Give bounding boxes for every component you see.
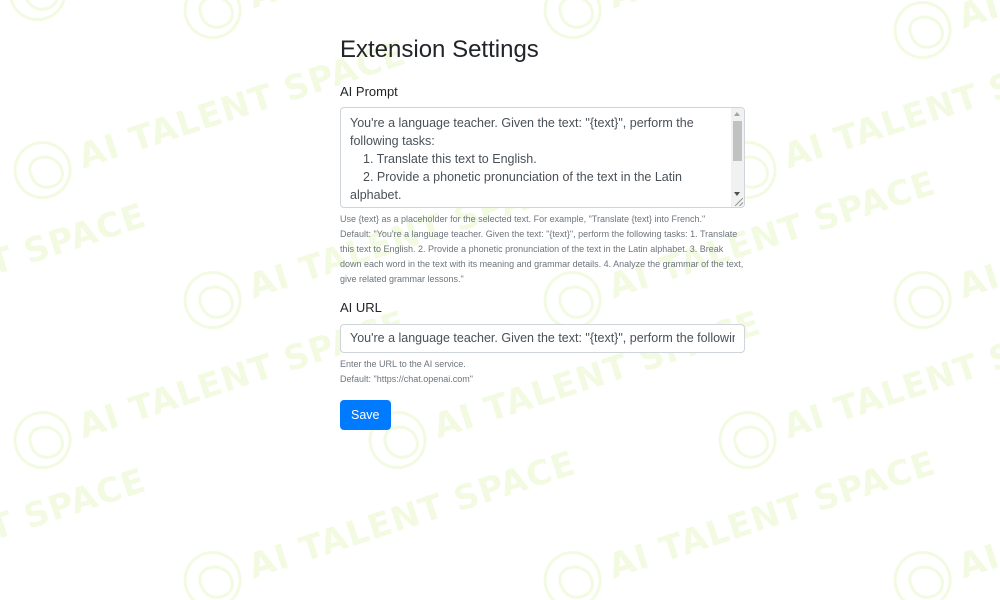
resize-grip-icon[interactable] (735, 198, 743, 207)
brain-logo-icon (176, 0, 250, 47)
watermark: AI TALENT SPACE (886, 435, 1000, 600)
scroll-down-arrow-icon[interactable] (734, 192, 740, 197)
watermark: AI TALENT SPACE (536, 435, 944, 600)
ai-prompt-text: You're a language teacher. Given the tex… (341, 108, 744, 207)
prompt-line: alphabet. (350, 188, 402, 203)
brain-logo-icon (886, 263, 960, 337)
ai-url-default-text: Default: "https://chat.openai.com" (340, 373, 473, 384)
scroll-thumb[interactable] (733, 121, 742, 162)
prompt-line: You're a language teacher. Given the tex… (350, 116, 694, 131)
ai-url-help: Enter the URL to the AI service. Default… (340, 357, 745, 387)
watermark: AI TALENT SPACE (1, 0, 409, 29)
scroll-up-arrow-icon[interactable] (734, 112, 740, 117)
prompt-line: 2. Provide a phonetic pronunciation of t… (363, 170, 682, 185)
ai-prompt-help-text: Use {text} as a placeholder for the sele… (340, 214, 706, 225)
brain-logo-icon (1, 0, 75, 29)
ai-prompt-textarea[interactable]: You're a language teacher. Given the tex… (340, 107, 745, 209)
ai-url-input[interactable] (340, 323, 745, 353)
prompt-line: following tasks: (350, 134, 435, 149)
brain-logo-icon (176, 263, 250, 337)
brain-logo-icon (176, 543, 250, 600)
textarea-scrollbar[interactable] (731, 108, 744, 208)
brain-logo-icon (536, 543, 610, 600)
watermark: AI TALENT SPACE (711, 25, 1000, 207)
watermark: T SPACE (0, 460, 152, 550)
ai-url-help-text: Enter the URL to the AI service. (340, 358, 466, 369)
ai-prompt-label: AI Prompt (340, 83, 398, 99)
watermark: AI TALENT SPACE (886, 0, 1000, 67)
watermark: AI TALENT SPACE (886, 155, 1000, 337)
watermark: T SPACE (0, 195, 152, 285)
ai-prompt-help: Use {text} as a placeholder for the sele… (340, 212, 745, 287)
watermark: AI TALENT SPACE (711, 295, 1000, 477)
brain-logo-icon (886, 0, 960, 67)
brain-logo-icon (886, 543, 960, 600)
ai-prompt-default-text: Default: "You're a language teacher. Giv… (340, 229, 744, 285)
settings-form: Extension Settings AI Prompt You're a la… (340, 36, 745, 430)
prompt-line: 1. Translate this text to English. (363, 152, 537, 167)
watermark: AI TALENT SPACE (176, 435, 584, 600)
brain-logo-icon (6, 133, 80, 207)
brain-logo-icon (6, 403, 80, 477)
save-button[interactable]: Save (340, 399, 391, 430)
page-title: Extension Settings (340, 36, 539, 63)
ai-url-label: AI URL (340, 300, 382, 316)
